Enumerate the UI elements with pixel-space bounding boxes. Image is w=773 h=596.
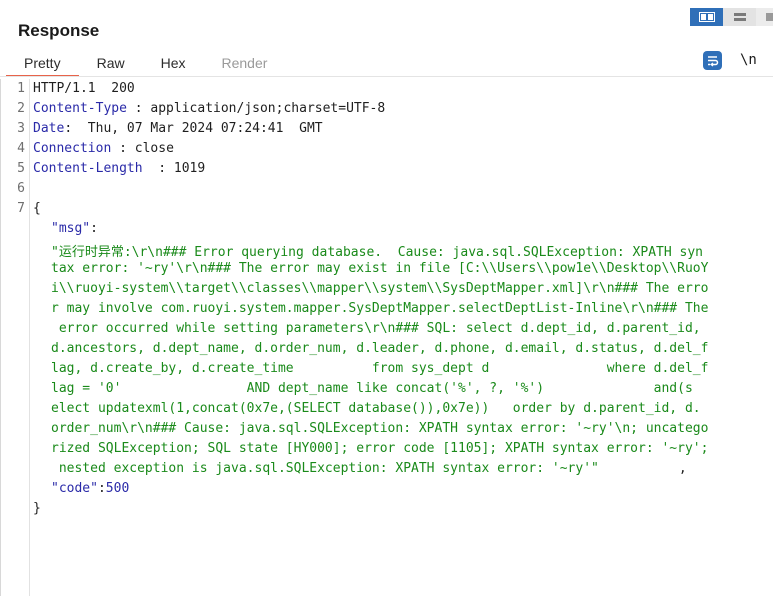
json-msg-value-line: order_num\r\n### Cause: java.sql.SQLExce…: [51, 421, 709, 436]
json-comma: ,: [678, 461, 687, 476]
json-msg-value-line: i\\ruoyi-system\\target\\classes\\mapper…: [51, 281, 709, 296]
line-number: 2: [17, 101, 25, 116]
tabs-divider: [0, 76, 773, 77]
header-separator: :: [126, 101, 151, 116]
json-msg-value-line: rized SQLException; SQL state [HY000]; e…: [51, 441, 709, 456]
word-wrap-icon[interactable]: [703, 51, 722, 70]
single-panel-icon[interactable]: [756, 8, 773, 26]
show-newlines-button[interactable]: \n: [740, 52, 757, 68]
gutter-divider: [29, 79, 30, 596]
header-name: Date: [33, 121, 65, 136]
view-tabs: Pretty Raw Hex Render: [6, 52, 285, 77]
json-close-brace: }: [33, 501, 41, 516]
split-vertical-icon[interactable]: [723, 8, 756, 26]
json-number: 500: [105, 481, 130, 496]
json-msg-value-line: elect updatexml(1,concat(0x7e,(SELECT da…: [51, 401, 701, 416]
panel-title: Response: [18, 21, 100, 40]
json-key: "msg": [51, 221, 91, 236]
tab-render[interactable]: Render: [204, 52, 286, 77]
status-line: HTTP/1.1 200: [33, 81, 135, 96]
layout-toggle: [690, 8, 773, 26]
response-panel: Response Pretty Raw Hex Render \n 1 2 3 …: [0, 0, 773, 596]
tab-raw[interactable]: Raw: [79, 52, 143, 77]
header-name: Connection: [33, 141, 112, 156]
header-separator: :: [142, 161, 174, 176]
header-line: Connection : close: [33, 141, 174, 156]
json-code-line: "code":500: [51, 481, 129, 496]
header-value: close: [134, 141, 174, 156]
json-msg-value-line: tax error: '~ry'\r\n### The error may ex…: [51, 261, 709, 276]
header-name: Content-Length: [33, 161, 143, 176]
line-number: 4: [17, 141, 25, 156]
line-number: 3: [17, 121, 25, 136]
json-msg-value-line: lag = '0' AND dept_name like concat('%',…: [51, 381, 693, 396]
header-name: Content-Type: [33, 101, 127, 116]
header-separator: :: [111, 141, 135, 156]
line-number: 1: [17, 81, 25, 96]
json-msg-key-line: "msg":: [51, 221, 98, 236]
header-line: Content-Type : application/json;charset=…: [33, 101, 385, 116]
header-line: Content-Length : 1019: [33, 161, 205, 176]
header-separator: :: [64, 121, 80, 136]
tab-hex[interactable]: Hex: [143, 52, 204, 77]
tab-pretty[interactable]: Pretty: [6, 52, 79, 77]
json-msg-value-line: lag, d.create_by, d.create_time from sys…: [51, 361, 709, 376]
line-number: 7: [17, 201, 25, 216]
json-key: "code": [51, 481, 98, 496]
json-msg-value-line: d.ancestors, d.dept_name, d.order_num, d…: [51, 341, 709, 356]
json-msg-value-line: "运行时异常:\r\n### Error querying database. …: [51, 245, 703, 260]
json-msg-value-last-line: nested exception is java.sql.SQLExceptio…: [51, 461, 687, 476]
line-number: 5: [17, 161, 25, 176]
header-line: Date: Thu, 07 Mar 2024 07:24:41 GMT: [33, 121, 323, 136]
json-msg-value-line: r may involve com.ruoyi.system.mapper.Sy…: [51, 301, 709, 316]
json-msg-value-line: error occurred while setting parameters\…: [51, 321, 701, 336]
message-editor[interactable]: 1 2 3 4 5 6 7 HTTP/1.1 200 Content-Type …: [0, 79, 773, 596]
json-colon: :: [90, 221, 98, 236]
json-string: nested exception is java.sql.SQLExceptio…: [51, 461, 599, 476]
json-open-brace: {: [33, 201, 41, 216]
header-value: Thu, 07 Mar 2024 07:24:41 GMT: [79, 121, 323, 136]
split-horizontal-icon[interactable]: [690, 8, 723, 26]
header-value: application/json;charset=UTF-8: [150, 101, 386, 116]
header-value: 1019: [173, 161, 206, 176]
line-number: 6: [17, 181, 25, 196]
json-colon: :: [97, 481, 106, 496]
